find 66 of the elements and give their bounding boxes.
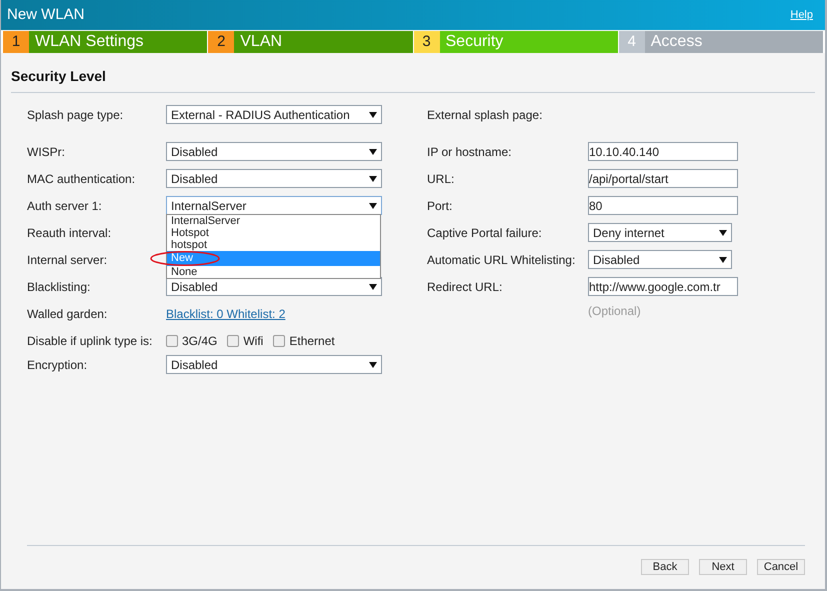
footer-button[interactable]: Next (699, 559, 747, 575)
select-field[interactable]: Disabled (166, 169, 382, 188)
checkbox[interactable] (273, 335, 286, 347)
field-label: URL: (427, 170, 456, 188)
caret-icon (369, 174, 377, 182)
select-field[interactable]: Disabled (166, 142, 382, 161)
highlight-ellipse (150, 251, 220, 266)
step-number: 2 (208, 31, 234, 53)
checkbox[interactable] (166, 335, 178, 347)
step-label: VLAN (239, 32, 284, 52)
field-label: Reauth interval: (27, 224, 112, 242)
select-field[interactable]: Disabled (166, 277, 382, 296)
input-field[interactable]: 80 (588, 196, 738, 215)
dropdown-option[interactable]: hotspot (167, 239, 380, 251)
select-field[interactable]: Deny internet (588, 223, 732, 242)
field-label: Splash page type: (27, 106, 124, 124)
caret-icon (719, 256, 727, 264)
field-label: Disable if uplink type is: (27, 333, 154, 350)
select-field[interactable]: Disabled (588, 250, 732, 269)
dropdown-option[interactable]: InternalServer (167, 215, 380, 227)
caret-icon (719, 228, 727, 236)
input-field[interactable]: /api/portal/start (588, 169, 738, 188)
caret-icon (369, 282, 377, 290)
hint-text: (Optional) (588, 303, 641, 320)
wizard-step[interactable]: 2 VLAN (208, 31, 412, 53)
input-field[interactable]: 10.10.40.140 (588, 142, 738, 161)
field-label: WISPr: (27, 144, 66, 160)
field-label: Auth server 1: (27, 198, 103, 214)
checkbox-label: Wifi (243, 333, 264, 350)
wizard-step[interactable]: 3 Security (414, 31, 618, 53)
step-label: WLAN Settings (34, 32, 144, 52)
field-label: Encryption: (27, 356, 88, 374)
step-number: 1 (3, 31, 29, 53)
footer-button[interactable]: Back (641, 559, 689, 575)
walled-garden-link[interactable]: Blacklist: 0 Whitelist: 2 (166, 304, 286, 322)
input-field[interactable]: http://www.google.com.tr (588, 277, 738, 296)
footer-button[interactable]: Cancel (757, 559, 805, 575)
step-label: Security (444, 32, 504, 52)
field-label: MAC authentication: (27, 170, 136, 188)
field-label: IP or hostname: (427, 144, 512, 160)
step-number: 3 (414, 31, 440, 53)
step-label: Access (650, 32, 704, 52)
dropdown-option[interactable]: None (167, 266, 380, 278)
caret-icon (369, 360, 377, 368)
field-label: Captive Portal failure: (427, 224, 543, 242)
caret-icon (369, 202, 377, 210)
checkbox-label: 3G/4G (182, 333, 218, 350)
wizard-step[interactable]: 1 WLAN Settings (3, 31, 208, 53)
dropdown-option[interactable]: Hotspot (167, 227, 380, 239)
checkbox[interactable] (227, 335, 240, 347)
field-label: Internal server: (27, 252, 108, 268)
select-field[interactable]: External - RADIUS Authentication (166, 105, 382, 124)
field-label: Port: (427, 198, 454, 214)
step-number: 4 (618, 31, 645, 53)
field-label: Walled garden: (27, 306, 108, 322)
section-title: Security Level (11, 68, 106, 84)
field-label: Blacklisting: (27, 278, 92, 296)
select-field[interactable]: Disabled (166, 355, 382, 374)
select-field[interactable]: InternalServer (166, 196, 382, 215)
field-label: External splash page: (427, 106, 544, 124)
caret-icon (369, 110, 377, 118)
checkbox-label: Ethernet (289, 333, 335, 350)
window-title: New WLAN (7, 4, 85, 25)
caret-icon (369, 148, 377, 156)
field-label: Redirect URL: (427, 278, 504, 296)
field-label: Automatic URL Whitelisting: (427, 252, 576, 268)
